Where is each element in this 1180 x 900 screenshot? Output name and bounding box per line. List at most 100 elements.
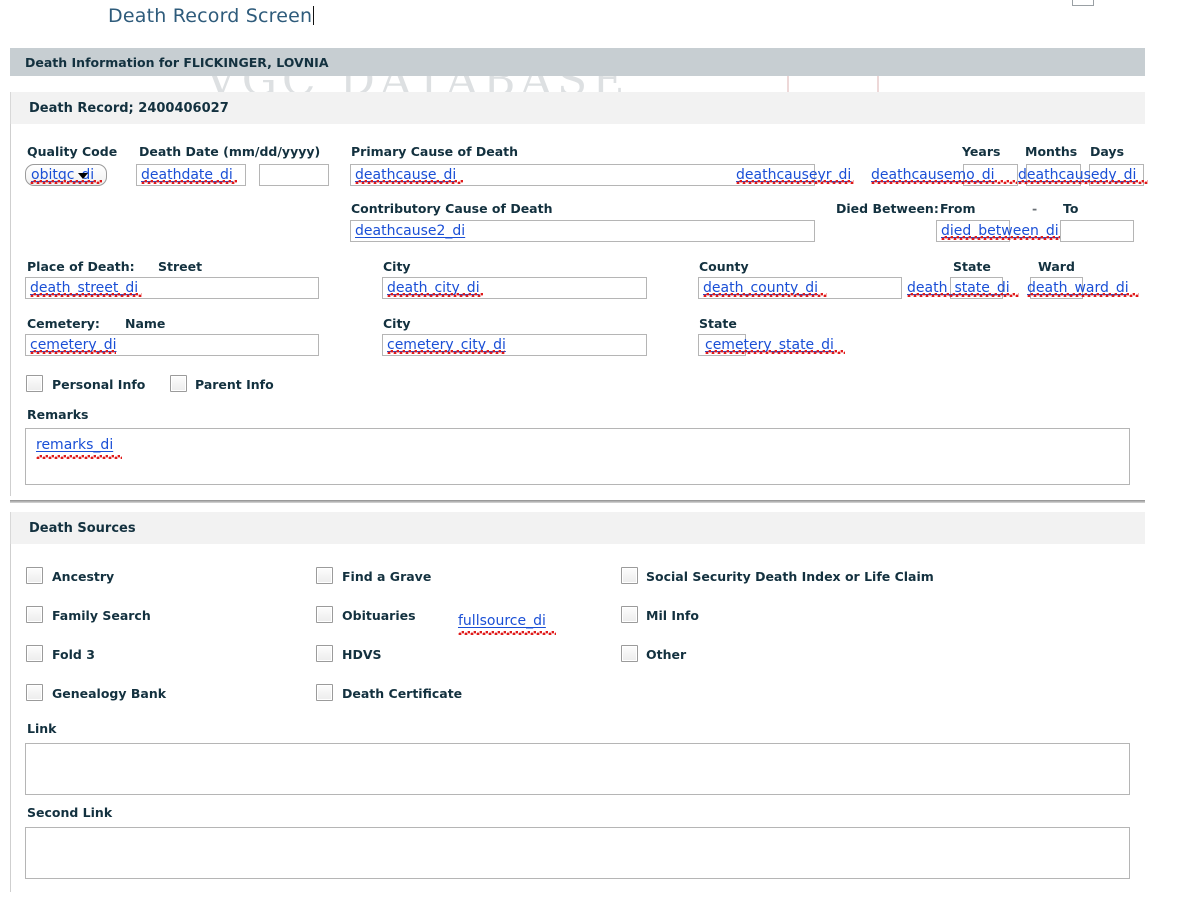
died-between-from-label: From (940, 201, 976, 216)
source-checkbox-obituaries[interactable] (316, 606, 333, 623)
remarks-label: Remarks (27, 407, 88, 422)
source-label-ancestry: Ancestry (52, 569, 114, 584)
death-date-input[interactable]: deathdate_di (136, 164, 246, 186)
source-checkbox-other[interactable] (621, 645, 638, 662)
fullsource-value: fullsource_di (458, 613, 546, 629)
source-checkbox-ancestry[interactable] (26, 567, 43, 584)
spellcheck-underline (703, 293, 827, 297)
panel-divider (10, 500, 1145, 503)
death-information-header-label: Death Information for FLICKINGER, LOVNIA (25, 55, 329, 70)
days-label: Days (1090, 144, 1124, 159)
source-checkbox-hdvs[interactable] (316, 645, 333, 662)
source-label-mil-info: Mil Info (646, 608, 699, 623)
quality-code-dropdown[interactable]: obitqc_di (25, 164, 107, 186)
primary-cause-value: deathcause_di (355, 167, 456, 183)
death-sources-header: Death Sources (10, 512, 1145, 544)
cause-years-input[interactable]: deathcauseyr_di (963, 164, 1018, 186)
death-sources-header-label: Death Sources (29, 521, 136, 536)
died-between-to-label: To (1063, 201, 1078, 216)
cemetery-label: Cemetery: (27, 316, 100, 331)
place-street-input[interactable]: death_street_di (25, 277, 319, 299)
personal-info-label: Personal Info (52, 377, 145, 392)
contributory-cause-label: Contributory Cause of Death (351, 201, 552, 216)
died-between-dash: - (1032, 201, 1037, 216)
place-city-label: City (383, 259, 411, 274)
cemetery-city-input[interactable]: cemetery_city_di (382, 334, 647, 356)
second-link-textarea[interactable] (25, 827, 1130, 879)
screen-title-text: Death Record Screen (108, 5, 312, 27)
remarks-value: remarks_di (36, 437, 113, 453)
died-between-to-input[interactable] (1060, 220, 1134, 242)
place-street-label: Street (158, 259, 202, 274)
place-ward-label: Ward (1038, 259, 1075, 274)
source-label-family-search: Family Search (52, 608, 151, 623)
place-street-value: death_street_di (30, 280, 138, 296)
place-of-death-label: Place of Death: (27, 259, 135, 274)
death-information-header: Death Information for FLICKINGER, LOVNIA (10, 48, 1145, 76)
spellcheck-underline (30, 293, 142, 297)
quality-code-label: Quality Code (27, 144, 117, 159)
place-ward-input[interactable]: death_ward_di (1030, 277, 1083, 299)
place-county-input[interactable]: death_county_di (698, 277, 902, 299)
place-county-value: death_county_di (703, 280, 818, 296)
parent-info-label: Parent Info (195, 377, 274, 392)
spellcheck-underline (30, 350, 116, 354)
death-date-value: deathdate_di (141, 167, 233, 183)
cemetery-name-label: Name (125, 316, 165, 331)
spellcheck-underline (355, 180, 463, 184)
source-checkbox-genealogy-bank[interactable] (26, 684, 43, 701)
source-label-ssdi: Social Security Death Index or Life Clai… (646, 569, 934, 584)
source-checkbox-family-search[interactable] (26, 606, 43, 623)
text-caret (313, 6, 314, 25)
contributory-cause-value: deathcause2_di (355, 223, 465, 239)
spellcheck-underline (141, 180, 237, 184)
spellcheck-underline (387, 293, 483, 297)
cemetery-state-input[interactable]: cemetery_state_di (698, 334, 746, 356)
chevron-down-icon (78, 173, 88, 179)
source-label-genealogy-bank: Genealogy Bank (52, 686, 166, 701)
cemetery-state-label: State (699, 316, 737, 331)
source-label-death-certificate: Death Certificate (342, 686, 462, 701)
cemetery-city-label: City (383, 316, 411, 331)
spellcheck-underline (387, 350, 505, 354)
months-label: Months (1025, 144, 1077, 159)
place-county-label: County (699, 259, 749, 274)
cemetery-name-value: cemetery_di (30, 337, 116, 353)
died-between-label: Died Between: (836, 201, 939, 216)
cause-months-input[interactable]: deathcausemo_di (1026, 164, 1081, 186)
source-checkbox-fold3[interactable] (26, 645, 43, 662)
source-label-fold3: Fold 3 (52, 647, 95, 662)
cemetery-city-value: cemetery_city_di (387, 337, 506, 353)
link-label: Link (27, 721, 56, 736)
source-label-hdvs: HDVS (342, 647, 382, 662)
source-label-obituaries: Obituaries (342, 608, 416, 623)
source-checkbox-mil-info[interactable] (621, 606, 638, 623)
place-state-input[interactable]: death_state_di (950, 277, 1003, 299)
remarks-textarea[interactable]: remarks_di (25, 428, 1130, 485)
place-city-input[interactable]: death_city_di (382, 277, 647, 299)
parent-info-checkbox[interactable] (170, 375, 187, 392)
source-checkbox-find-a-grave[interactable] (316, 567, 333, 584)
contributory-cause-input[interactable]: deathcause2_di (350, 220, 815, 242)
cause-days-input[interactable]: deathcausedy_di (1089, 164, 1144, 186)
place-city-value: death_city_di (387, 280, 480, 296)
source-label-other: Other (646, 647, 686, 662)
died-between-from-input[interactable]: died_between_di (936, 220, 1010, 242)
source-label-find-a-grave: Find a Grave (342, 569, 431, 584)
link-textarea[interactable] (25, 743, 1130, 795)
death-record-subheader-label: Death Record; 2400406027 (29, 101, 229, 116)
primary-cause-input[interactable]: deathcause_di (350, 164, 815, 186)
personal-info-checkbox[interactable] (26, 375, 43, 392)
clipped-top-widget (1072, 0, 1094, 6)
screen-title: Death Record Screen (108, 5, 314, 27)
death-record-subheader: Death Record; 2400406027 (10, 92, 1145, 124)
death-date-secondary-input[interactable] (259, 164, 329, 186)
source-checkbox-ssdi[interactable] (621, 567, 638, 584)
second-link-label: Second Link (27, 805, 112, 820)
source-checkbox-death-certificate[interactable] (316, 684, 333, 701)
place-state-label: State (953, 259, 991, 274)
cemetery-name-input[interactable]: cemetery_di (25, 334, 319, 356)
death-date-label: Death Date (mm/dd/yyyy) (139, 144, 320, 159)
years-label: Years (962, 144, 1000, 159)
spellcheck-underline (36, 455, 122, 459)
